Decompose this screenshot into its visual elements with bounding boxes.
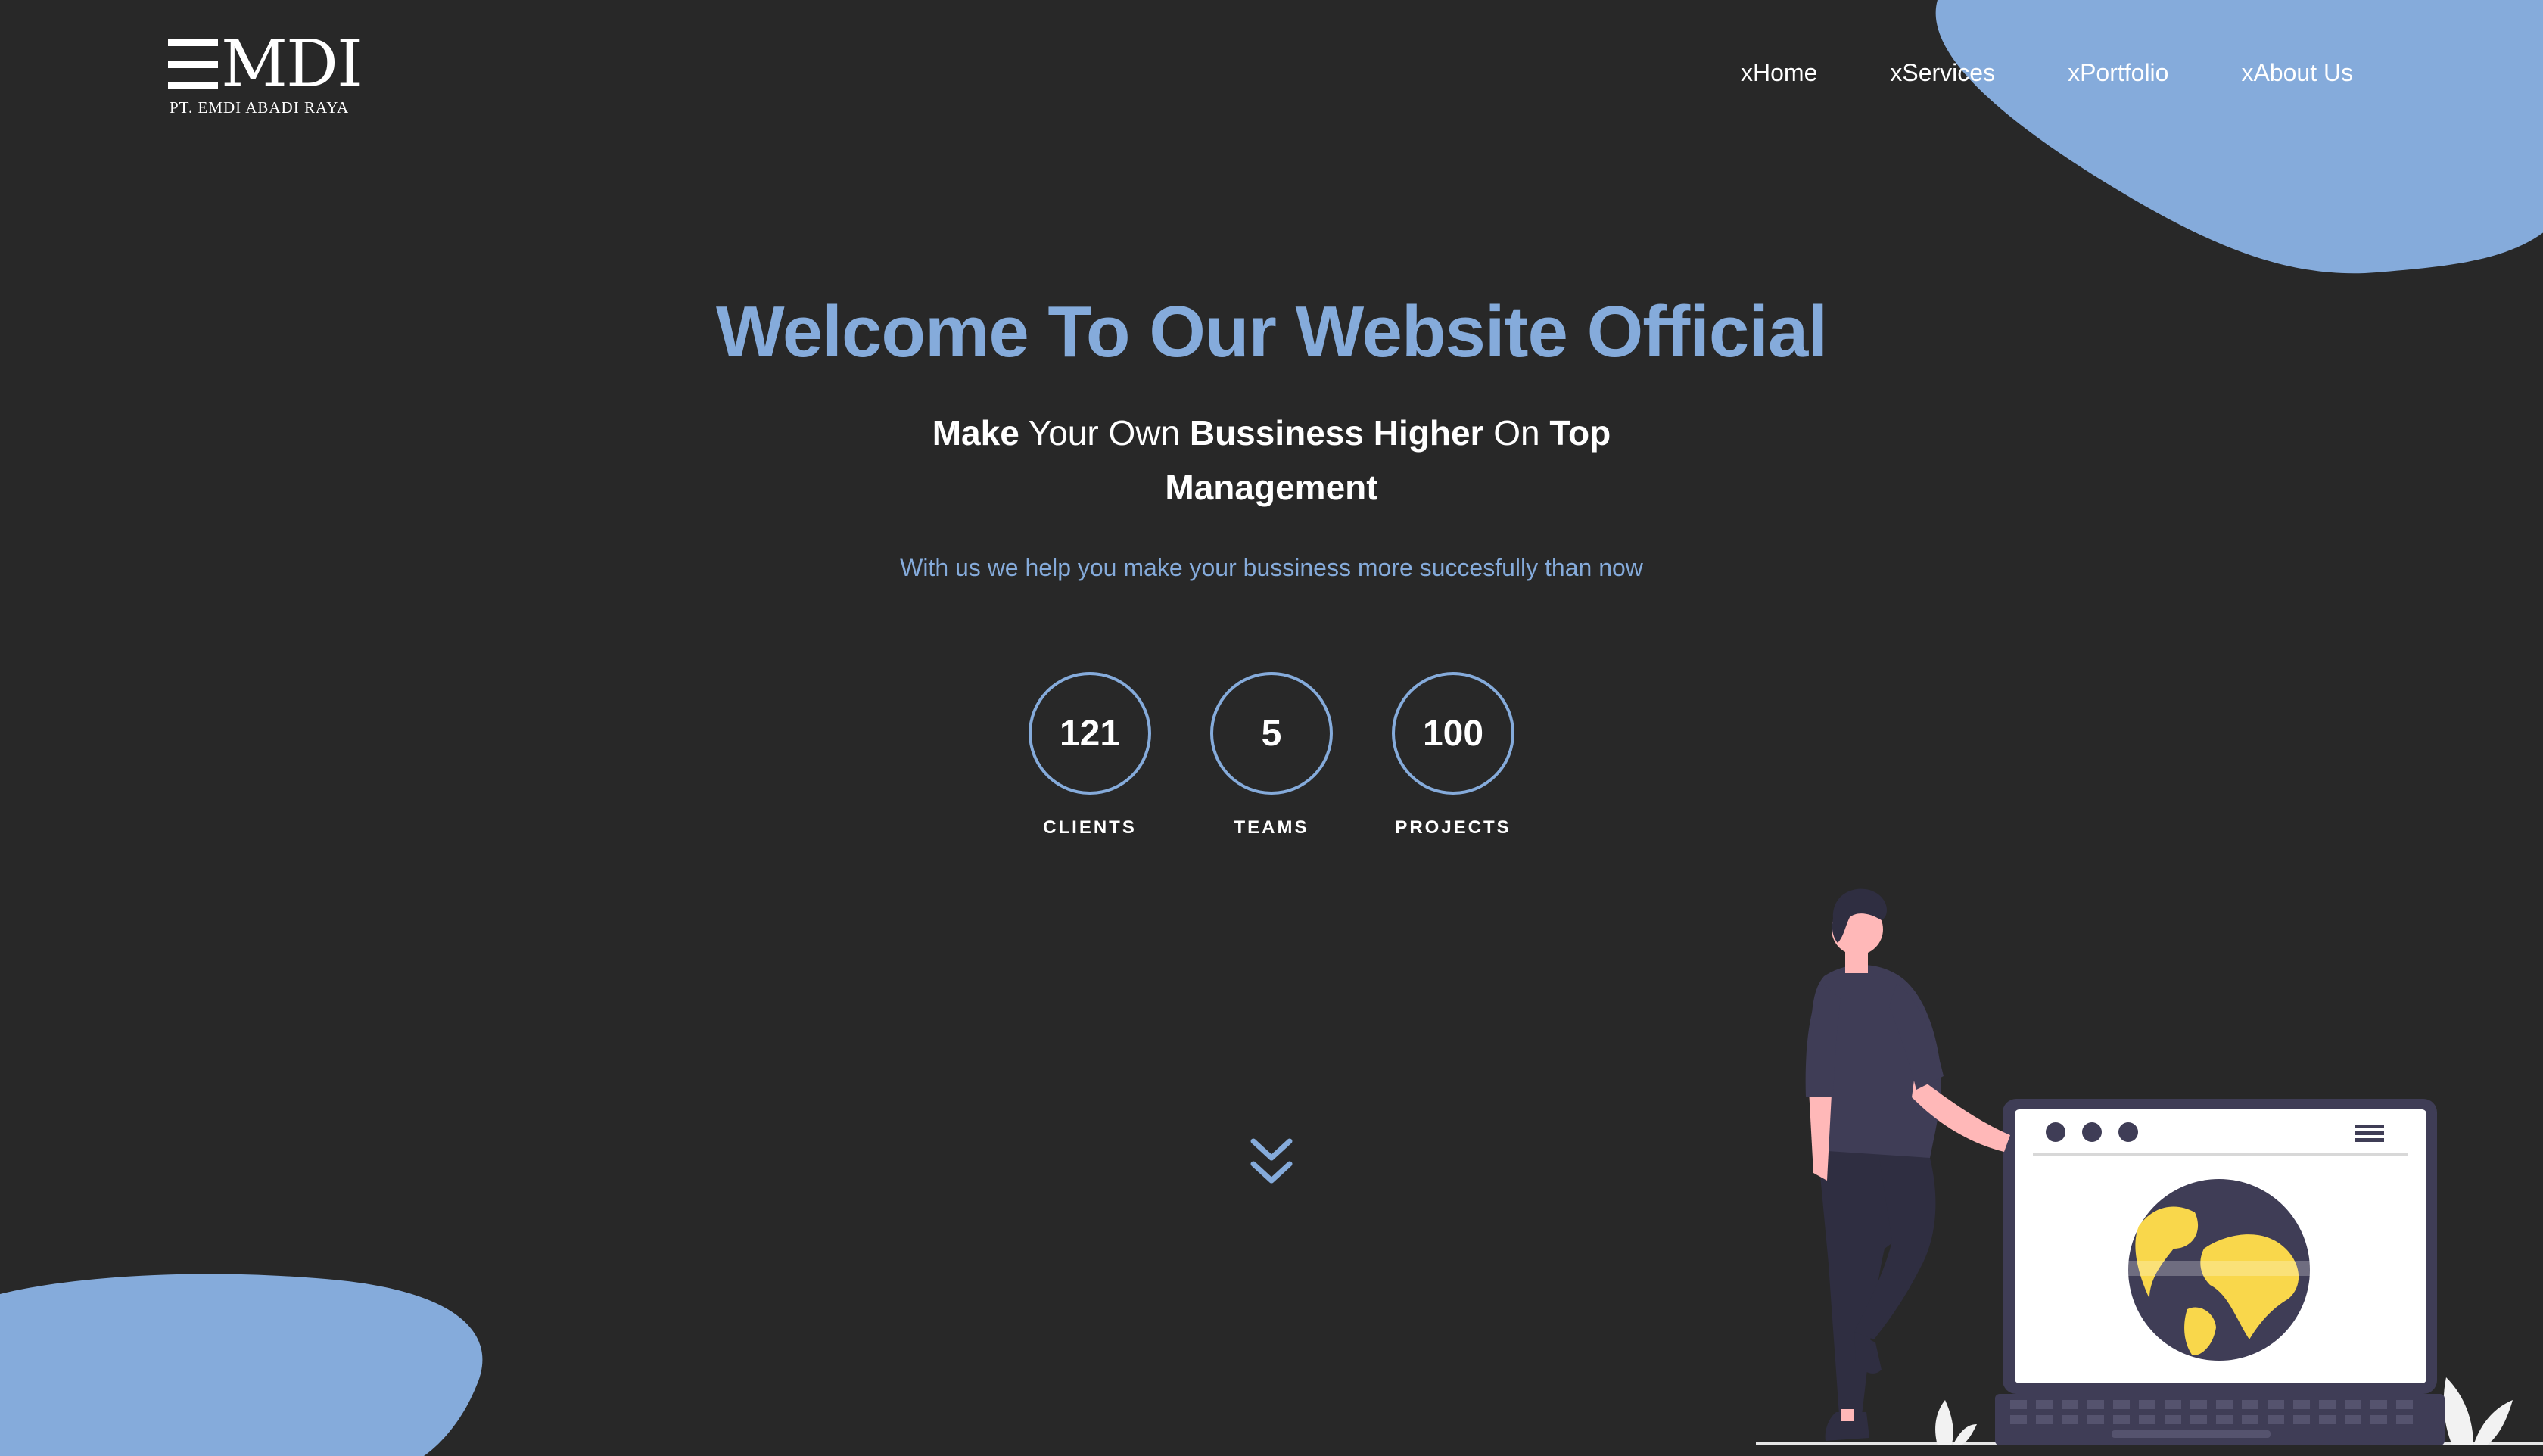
- logo-mark: MDI: [168, 26, 363, 102]
- stats-counters: 121 CLIENTS 5 TEAMS 100 PROJECTS: [1014, 672, 1529, 854]
- main-navigation: xHome xServices xPortfolio xAbout Us: [1741, 59, 2353, 87]
- company-logo[interactable]: MDI PT. EMDI ABADI RAYA: [168, 32, 363, 118]
- stat-teams-label: TEAMS: [1234, 817, 1309, 838]
- hero-subtitle: Make Your Own Bussiness Higher On Top Man…: [932, 413, 1611, 507]
- logo-text: MDI: [221, 26, 363, 102]
- nav-link-about-us[interactable]: xAbout Us: [2241, 59, 2353, 87]
- stat-teams-value: 5: [1210, 672, 1333, 795]
- hero-description: With us we help you make your bussiness …: [900, 554, 1643, 581]
- stat-projects-label: PROJECTS: [1395, 817, 1511, 838]
- logo-tagline: PT. EMDI ABADI RAYA: [170, 98, 350, 117]
- stat-projects: 100 PROJECTS: [1377, 672, 1529, 838]
- decorative-blob-top-right: [1935, 0, 2543, 274]
- stat-projects-value: 100: [1392, 672, 1514, 795]
- nav-link-home[interactable]: xHome: [1741, 59, 1817, 87]
- stat-clients-value: 121: [1029, 672, 1151, 795]
- nav-link-portfolio[interactable]: xPortfolio: [2068, 59, 2168, 87]
- stat-clients-label: CLIENTS: [1043, 817, 1137, 838]
- logo-e-bars: [168, 39, 218, 89]
- stat-clients: 121 CLIENTS: [1014, 672, 1166, 838]
- hero-title: Welcome To Our Website Official: [716, 291, 1828, 372]
- double-chevron-down-icon[interactable]: [1249, 1135, 1294, 1190]
- stat-teams: 5 TEAMS: [1196, 672, 1347, 838]
- person-with-laptop-globe-illustration: [1756, 888, 2543, 1445]
- nav-link-services[interactable]: xServices: [1890, 59, 1995, 87]
- decorative-blob-bottom-left: [0, 1274, 483, 1456]
